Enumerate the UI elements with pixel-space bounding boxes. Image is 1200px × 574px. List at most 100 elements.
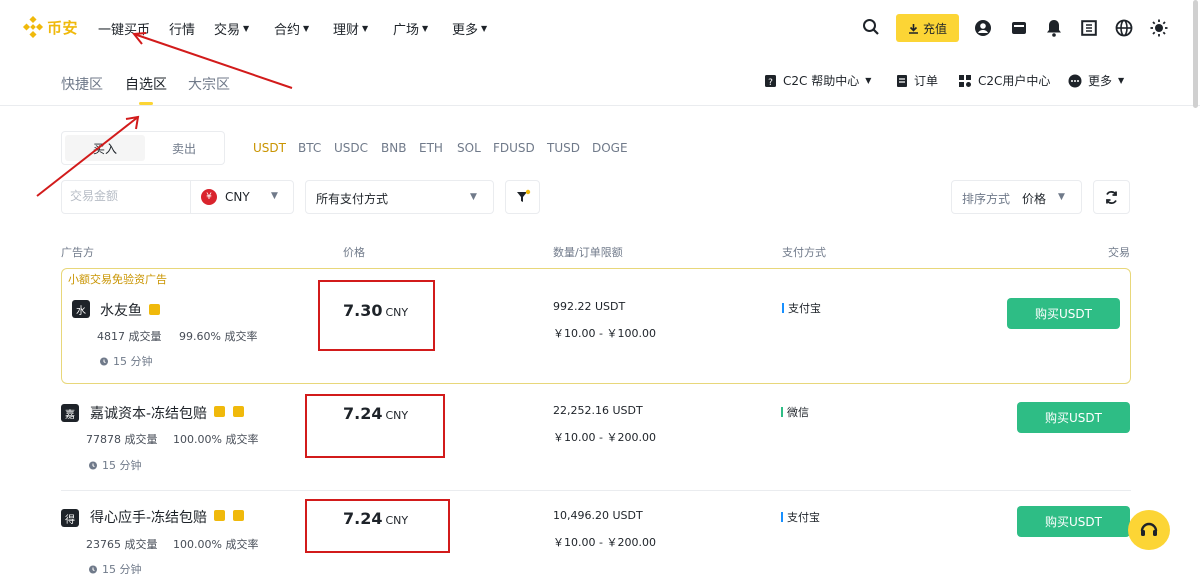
nav-item-markets[interactable]: 行情 — [169, 19, 195, 38]
nav-item-quick-buy[interactable]: 一键买币 — [98, 19, 150, 38]
customer-support-button[interactable] — [1128, 510, 1170, 550]
payment-method-name: 支付宝 — [788, 302, 821, 315]
sell-tab[interactable]: 卖出 — [145, 135, 223, 161]
currency-select[interactable]: ¥ CNY ▼ — [190, 181, 293, 213]
filter-funnel-icon — [517, 189, 531, 202]
coin-tab-doge[interactable]: DOGE — [592, 141, 628, 155]
chevron-down-icon: ▼ — [303, 24, 310, 33]
chevron-down-icon: ▼ — [481, 24, 488, 33]
chevron-down-icon: ▼ — [470, 192, 477, 202]
coin-tab-sol[interactable]: SOL — [457, 141, 481, 155]
theme-icon[interactable] — [1148, 17, 1170, 39]
verified-badge-icon — [214, 406, 225, 417]
chevron-down-icon: ▼ — [865, 76, 872, 85]
chevron-down-icon: ▼ — [271, 191, 278, 201]
header-amount-limit: 数量/订单限额 — [553, 246, 623, 259]
price-unit: CNY — [385, 514, 409, 527]
available-quantity: 10,496.20 USDT — [553, 509, 643, 522]
c2c-user-center-link[interactable]: C2C用户中心 — [958, 72, 1050, 89]
price-number: 7.24 — [343, 509, 383, 528]
page-scrollbar[interactable] — [1193, 0, 1198, 108]
nav-item-futures[interactable]: 合约 ▼ — [274, 19, 309, 38]
amount-filter: ¥ CNY ▼ — [61, 180, 294, 214]
advertiser-name[interactable]: 嘉诚资本-冻结包赔 — [90, 403, 207, 423]
arrow-head — [125, 115, 140, 130]
advertiser-name[interactable]: 水友鱼 — [100, 300, 142, 320]
advertiser-name[interactable]: 得心应手-冻结包赔 — [90, 507, 207, 527]
price-value: 7.24 CNY — [343, 509, 408, 528]
nav-item-more[interactable]: 更多 ▼ — [452, 19, 487, 38]
order-limit: ￥10.00 - ￥200.00 — [553, 431, 656, 444]
globe-icon[interactable] — [1113, 17, 1135, 39]
wallet-icon[interactable] — [1008, 17, 1030, 39]
help-center-link[interactable]: ? C2C 帮助中心 ▼ — [764, 72, 871, 89]
payment-time: 15 分钟 — [88, 561, 142, 574]
coin-tab-fdusd[interactable]: FDUSD — [493, 141, 535, 155]
filter-button[interactable] — [505, 180, 540, 214]
coin-tab-usdt[interactable]: USDT — [253, 141, 286, 155]
trade-volume: 77878 成交量 — [86, 433, 158, 446]
nav-item-square[interactable]: 广场 ▼ — [393, 19, 428, 38]
brand-logo[interactable]: 币安 — [22, 16, 78, 38]
cny-currency-icon: ¥ — [201, 189, 217, 205]
header-trade: 交易 — [1108, 246, 1130, 259]
tab-block-zone[interactable]: 大宗区 — [188, 74, 230, 94]
currency-value: CNY — [225, 190, 250, 204]
refresh-button[interactable] — [1093, 180, 1130, 214]
zone-bar: 快捷区 自选区 大宗区 ? C2C 帮助中心 ▼ 订单 C2C用户中心 更多 ▼ — [0, 60, 1200, 106]
order-limit: ￥10.00 - ￥100.00 — [553, 327, 656, 340]
payment-color-bar — [781, 512, 783, 522]
payment-color-bar — [782, 303, 784, 313]
download-icon[interactable] — [1078, 17, 1100, 39]
help-center-label: C2C 帮助中心 — [783, 74, 860, 88]
price-value: 7.30 CNY — [343, 301, 408, 320]
coin-tab-tusd[interactable]: TUSD — [547, 141, 580, 155]
more-menu[interactable]: 更多 ▼ — [1068, 72, 1124, 89]
header-price: 价格 — [343, 246, 365, 259]
coin-tab-usdc[interactable]: USDC — [334, 141, 368, 155]
avatar: 得 — [61, 509, 79, 527]
coin-tab-bnb[interactable]: BNB — [381, 141, 406, 155]
tab-express-zone[interactable]: 快捷区 — [61, 74, 103, 94]
orders-link[interactable]: 订单 — [896, 72, 938, 89]
header-advertiser: 广告方 — [61, 246, 94, 259]
table-row: 嘉 嘉诚资本-冻结包赔 77878 成交量 100.00% 成交率 15 分钟 … — [61, 390, 1131, 490]
bell-icon[interactable] — [1043, 17, 1065, 39]
payment-method-value: 所有支付方式 — [316, 192, 389, 206]
coin-tab-eth[interactable]: ETH — [419, 141, 443, 155]
svg-text:?: ? — [768, 78, 773, 88]
chevron-down-icon: ▼ — [1118, 76, 1125, 85]
user-center-label: C2C用户中心 — [978, 74, 1051, 88]
chevron-down-icon: ▼ — [422, 24, 429, 33]
nav-item-label: 交易 — [214, 23, 241, 38]
nav-item-trade[interactable]: 交易 ▼ — [214, 19, 249, 38]
payment-time-value: 15 分钟 — [102, 459, 142, 472]
guarantee-badge-icon — [233, 406, 244, 417]
search-icon[interactable] — [860, 16, 882, 38]
nav-item-label: 合约 — [274, 23, 301, 38]
clock-icon — [89, 461, 97, 470]
more-label: 更多 — [1088, 74, 1113, 88]
nav-item-label: 更多 — [452, 23, 479, 38]
sort-value: 价格 — [1022, 192, 1047, 206]
nav-item-earn[interactable]: 理财 ▼ — [333, 19, 368, 38]
coin-tab-btc[interactable]: BTC — [298, 141, 321, 155]
avatar: 水 — [72, 300, 90, 318]
buy-usdt-button[interactable]: 购买USDT — [1007, 298, 1120, 329]
payment-method-select[interactable]: 所有支付方式 ▼ — [305, 180, 494, 214]
buy-tab[interactable]: 买入 — [65, 135, 145, 161]
user-center-icon — [959, 74, 971, 87]
sort-select[interactable]: 排序方式 价格 ▼ — [951, 180, 1082, 214]
buy-usdt-button[interactable]: 购买USDT — [1017, 506, 1130, 537]
payment-time: 15 分钟 — [88, 457, 142, 473]
deposit-button[interactable]: 充值 — [896, 14, 959, 42]
nav-item-label: 理财 — [333, 23, 360, 38]
price-value: 7.24 CNY — [343, 404, 408, 423]
tab-p2p-zone[interactable]: 自选区 — [125, 74, 167, 94]
verified-badge-icon — [214, 510, 225, 521]
buy-usdt-button[interactable]: 购买USDT — [1017, 402, 1130, 433]
completion-rate: 100.00% 成交率 — [173, 433, 259, 446]
amount-input[interactable] — [70, 189, 180, 203]
user-icon[interactable] — [972, 17, 994, 39]
payment-method-name: 微信 — [787, 406, 809, 419]
